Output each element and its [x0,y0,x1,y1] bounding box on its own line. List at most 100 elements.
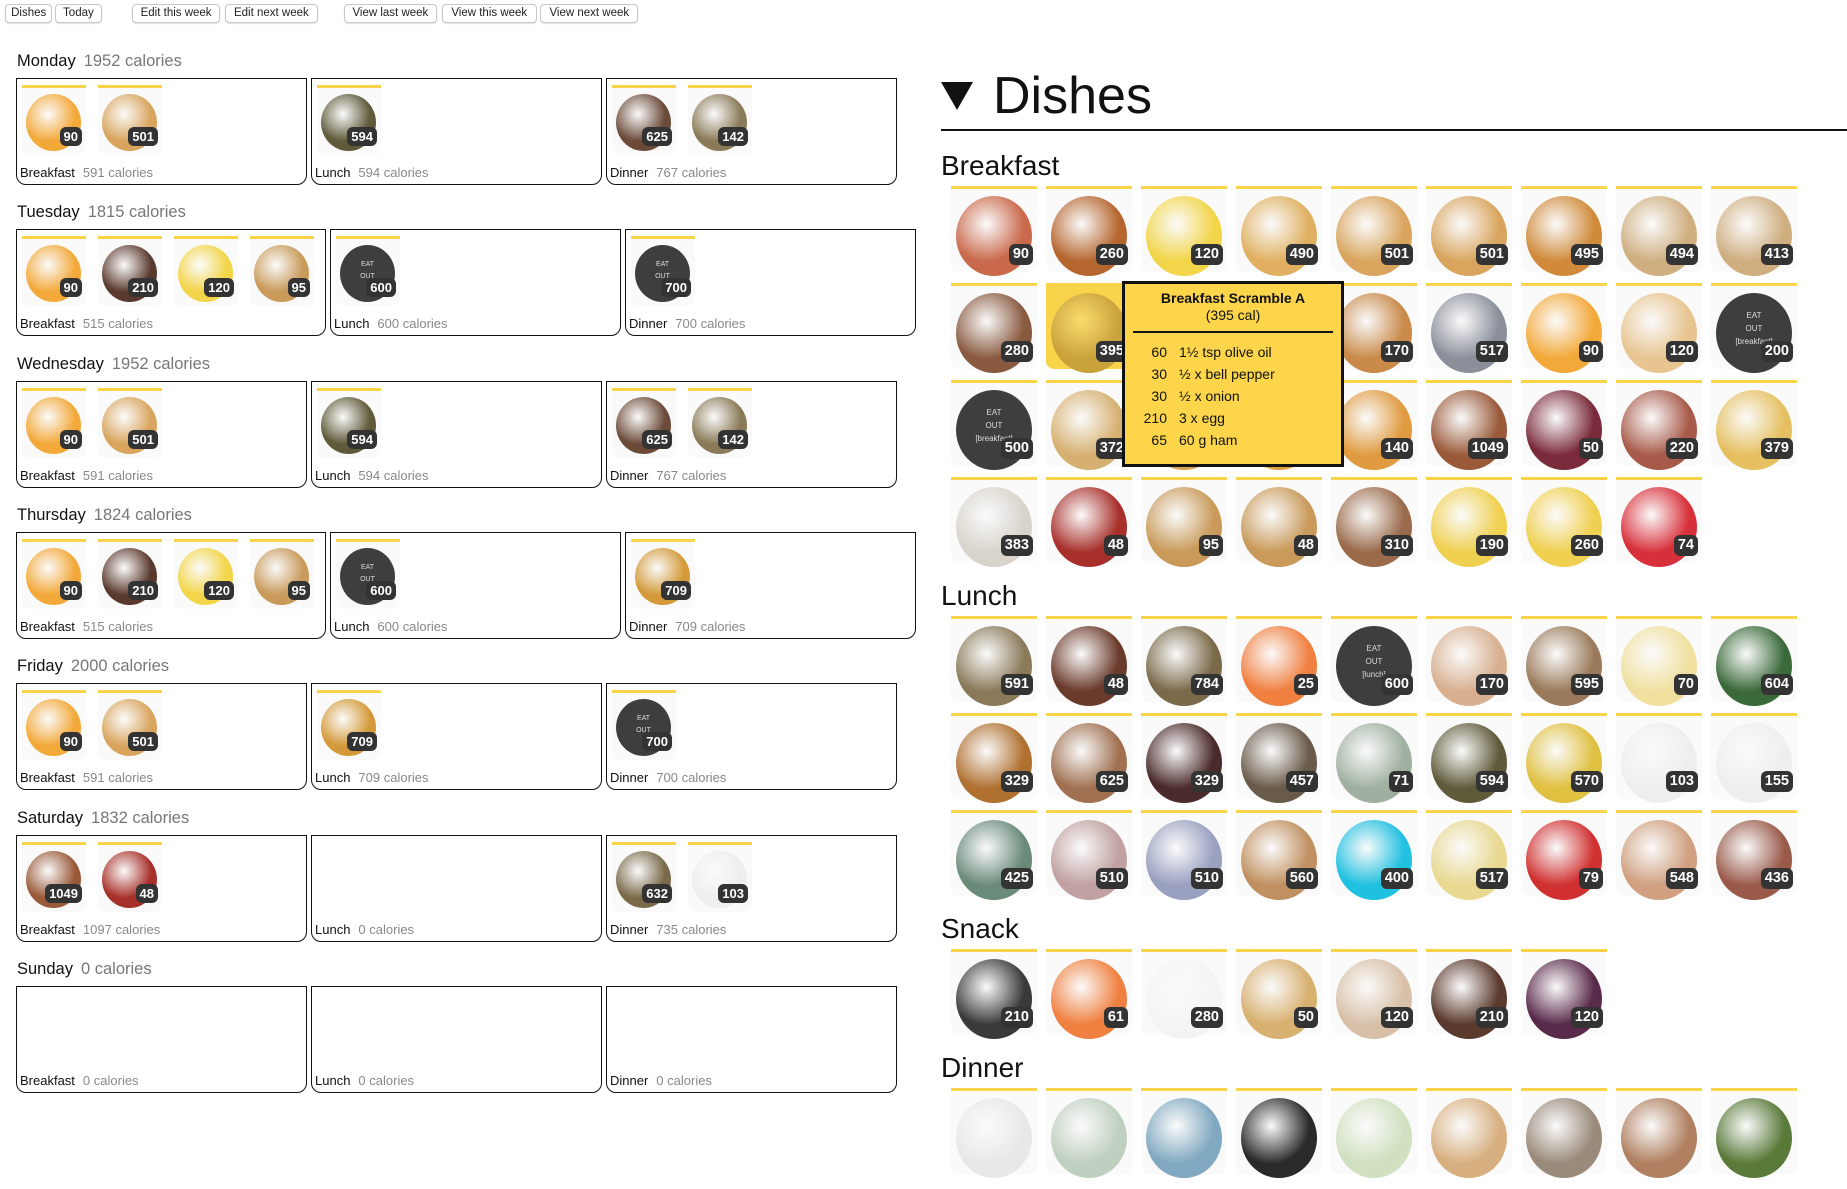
meal-box-breakfast[interactable]: 90 210 120 95 Breakfast 515 calories [16,531,326,639]
dish-tile[interactable]: 594 [317,85,381,155]
meal-box-lunch[interactable]: 709 Lunch 709 calories [311,683,602,791]
view-next-week-button[interactable]: View next week [540,4,639,23]
dishes-button[interactable]: Dishes [5,4,53,23]
dish-tile[interactable]: 90 [22,538,86,609]
dish-tile[interactable]: 510 [1141,810,1227,900]
dish-tile[interactable]: 74 [1616,477,1702,567]
dish-tile[interactable]: 329 [951,713,1037,803]
dish-tile[interactable]: EAT OUT 600 [336,236,400,307]
meal-box-dinner[interactable]: EAT OUT 700 Dinner 700 calories [606,683,897,791]
dish-tile[interactable]: 220 [1616,380,1702,470]
meal-box-lunch[interactable]: EAT OUT 600 Lunch 600 calories [330,531,621,639]
dish-tile[interactable]: 501 [98,690,162,761]
dish-tile[interactable]: 495 [1521,186,1607,276]
dish-tile[interactable]: 457 [1236,713,1322,803]
meal-box-lunch[interactable]: EAT OUT 600 Lunch 600 calories [330,229,621,337]
dish-tile[interactable]: 280 [1141,949,1227,1039]
dish-tile[interactable]: EAT OUT 600 [336,538,400,609]
dish-tile[interactable]: 210 [951,949,1037,1039]
dish-tile[interactable]: 560 [1236,810,1322,900]
dish-tile[interactable]: EAT OUT [breakfast] 500 [951,380,1037,470]
dish-tile[interactable]: 48 [98,841,162,912]
dish-tile[interactable]: 210 [1426,949,1512,1039]
dish-tile[interactable] [1331,1088,1417,1178]
dish-tile[interactable]: 50 [1236,949,1322,1039]
dish-tile[interactable]: 510 [1046,810,1132,900]
dish-tile[interactable]: 329 [1141,713,1227,803]
dish-tile[interactable]: 604 [1711,616,1797,706]
view-last-week-button[interactable]: View last week [343,4,438,23]
meal-box-dinner[interactable]: Dinner 0 calories [606,985,897,1093]
collapse-triangle-icon[interactable] [941,82,973,110]
dish-tile[interactable]: 103 [688,841,752,912]
dish-tile[interactable]: 625 [612,85,676,155]
meal-box-dinner[interactable]: EAT OUT 700 Dinner 700 calories [625,229,916,337]
dish-tile[interactable]: EAT OUT [breakfast] 200 [1711,283,1797,373]
dish-tile[interactable]: 90 [22,236,86,307]
meal-box-breakfast[interactable]: Breakfast 0 calories [16,985,307,1093]
meal-box-dinner[interactable]: 632 103 Dinner 735 calories [606,834,897,942]
dish-tile[interactable]: 48 [1236,477,1322,567]
dish-tile[interactable]: 517 [1426,810,1512,900]
dish-tile[interactable]: 709 [631,538,695,609]
dish-tile[interactable]: 90 [1521,283,1607,373]
dish-tile[interactable] [1616,1088,1702,1178]
dish-tile[interactable]: 570 [1521,713,1607,803]
today-button[interactable]: Today [54,4,103,23]
dish-tile[interactable]: 95 [250,538,314,609]
edit-next-week-button[interactable]: Edit next week [225,4,318,23]
dish-tile[interactable]: 48 [1046,616,1132,706]
dish-tile[interactable]: 709 [317,690,381,761]
dish-tile[interactable]: 490 [1236,186,1322,276]
dish-tile[interactable]: 71 [1331,713,1417,803]
dish-tile[interactable]: EAT OUT [lunch] 600 [1331,616,1417,706]
dish-tile[interactable]: 155 [1711,713,1797,803]
dish-tile[interactable]: 436 [1711,810,1797,900]
dish-tile[interactable]: 379 [1711,380,1797,470]
dish-tile[interactable]: 494 [1616,186,1702,276]
dish-tile[interactable]: 190 [1426,477,1512,567]
meal-box-dinner[interactable]: 625 142 Dinner 767 calories [606,380,897,488]
dish-tile[interactable] [1426,1088,1512,1178]
dish-tile[interactable]: 210 [98,236,162,307]
dish-tile[interactable]: 50 [1521,380,1607,470]
dish-tile[interactable]: 90 [22,690,86,761]
dish-tile[interactable] [1141,1088,1227,1178]
dish-tile[interactable]: 120 [1521,949,1607,1039]
dish-tile[interactable] [1236,1088,1322,1178]
dish-tile[interactable]: 310 [1331,477,1417,567]
meal-box-breakfast[interactable]: 90 210 120 95 Breakfast 515 calories [16,229,326,337]
dish-tile[interactable]: 280 [951,283,1037,373]
dish-tile[interactable]: 632 [612,841,676,912]
dish-tile[interactable]: 25 [1236,616,1322,706]
dish-tile[interactable]: 501 [1426,186,1512,276]
dish-tile[interactable]: 425 [951,810,1037,900]
dish-tile[interactable]: 548 [1616,810,1702,900]
dish-tile[interactable]: 501 [98,85,162,155]
dish-tile[interactable]: 170 [1426,616,1512,706]
view-this-week-button[interactable]: View this week [441,4,537,23]
dish-tile[interactable]: 784 [1141,616,1227,706]
dish-tile[interactable]: 90 [22,387,86,458]
dish-tile[interactable]: 260 [1521,477,1607,567]
meal-box-lunch[interactable]: 594 Lunch 594 calories [311,380,602,488]
dish-tile[interactable]: 95 [250,236,314,307]
dish-tile[interactable]: 70 [1616,616,1702,706]
dish-tile[interactable]: 1049 [22,841,86,912]
meal-box-dinner[interactable]: 625 142 Dinner 767 calories [606,78,897,185]
dish-tile[interactable]: 61 [1046,949,1132,1039]
dish-tile[interactable] [1521,1088,1607,1178]
dish-tile[interactable] [951,1088,1037,1178]
dish-tile[interactable]: 595 [1521,616,1607,706]
dish-tile[interactable]: 48 [1046,477,1132,567]
dish-tile[interactable]: 372 [1046,380,1132,470]
dish-tile[interactable]: 260 [1046,186,1132,276]
dish-tile[interactable]: 383 [951,477,1037,567]
dish-tile[interactable]: 594 [317,387,381,458]
meal-box-dinner[interactable]: 709 Dinner 709 calories [625,531,916,639]
dishes-heading[interactable]: Dishes [941,66,1152,126]
dish-tile[interactable]: 142 [688,85,752,155]
dish-tile[interactable]: 120 [1331,949,1417,1039]
dish-tile[interactable]: 395 [1046,283,1132,373]
meal-box-lunch[interactable]: Lunch 0 calories [311,985,602,1093]
